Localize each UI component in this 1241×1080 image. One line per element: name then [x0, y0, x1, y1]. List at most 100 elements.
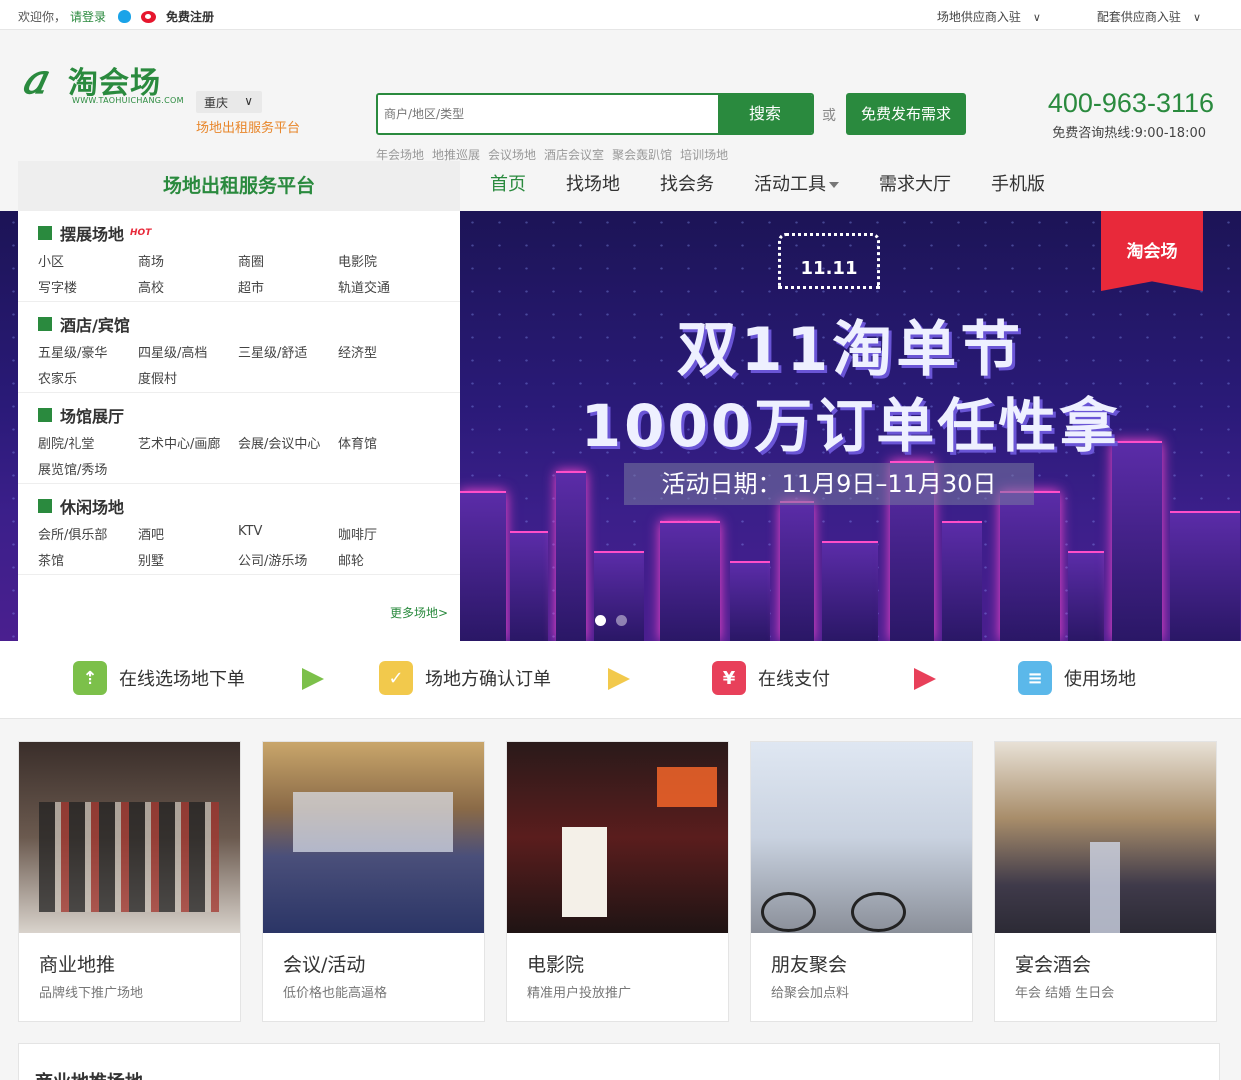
- category-link[interactable]: KTV: [238, 524, 338, 542]
- nav-item-mobile[interactable]: 手机版: [991, 170, 1045, 196]
- category-link[interactable]: 公司/游乐场: [238, 550, 338, 569]
- more-venues-link[interactable]: 更多场地>: [390, 604, 448, 621]
- category-heading[interactable]: 休闲场地: [38, 494, 460, 518]
- category-link[interactable]: 商场: [138, 251, 238, 270]
- category-link[interactable]: 邮轮: [338, 550, 438, 569]
- nav-item-find-venue[interactable]: 找场地: [566, 170, 620, 196]
- category-link[interactable]: 会所/俱乐部: [38, 524, 138, 543]
- qq-icon[interactable]: [118, 10, 132, 23]
- city-selector[interactable]: 重庆 ∨: [196, 91, 262, 113]
- hotel-icon: [38, 317, 52, 331]
- category-link[interactable]: 轨道交通: [338, 277, 438, 296]
- category-section: 摆展场地 HOT 小区 商场 商圈 电影院 写字楼 高校 超市 轨道交通: [18, 211, 460, 302]
- city-label: 重庆: [204, 96, 229, 110]
- nav-item-home[interactable]: 首页: [490, 170, 526, 196]
- arrow-right-icon: [914, 668, 936, 690]
- logo-mark-icon: 𝑎: [22, 56, 46, 103]
- category-link[interactable]: 三星级/舒适: [238, 342, 338, 361]
- or-text: 或: [822, 108, 836, 124]
- banner-headline: 双11淘单节: [676, 315, 1025, 385]
- weibo-icon[interactable]: [141, 10, 157, 23]
- category-link[interactable]: 写字楼: [38, 277, 138, 296]
- logo[interactable]: 𝑎 淘会场 WWW.TAOHUICHANG.COM: [22, 52, 187, 136]
- card-title: 朋友聚会: [771, 954, 848, 976]
- category-link[interactable]: 艺术中心/画廊: [138, 433, 238, 452]
- scene-card[interactable]: 电影院 精准用户投放推广: [506, 741, 729, 1022]
- nav-item-demand-hall[interactable]: 需求大厅: [879, 170, 951, 196]
- step-item: ≡ 使用场地: [1018, 661, 1136, 695]
- publish-demand-button[interactable]: 免费发布需求: [846, 93, 966, 135]
- category-heading[interactable]: 摆展场地 HOT: [38, 221, 460, 245]
- nav-menu: 首页 找场地 找会务 活动工具 需求大厅 手机版: [490, 170, 1085, 196]
- card-desc: 给聚会加点料: [771, 986, 850, 1001]
- top-bar-right: 场地供应商入驻 ∨ 配套供应商入驻 ∨: [937, 8, 1201, 25]
- scene-card[interactable]: 商业地推 品牌线下推广场地: [18, 741, 241, 1022]
- card-desc: 年会 结婚 生日会: [1015, 986, 1115, 1001]
- category-section: 休闲场地 会所/俱乐部 酒吧 KTV 咖啡厅 茶馆 别墅 公司/游乐场 邮轮: [18, 484, 460, 575]
- carousel-dot[interactable]: [616, 615, 627, 626]
- category-link[interactable]: 高校: [138, 277, 238, 296]
- hotline-hours: 免费咨询热线:9:00-18:00: [1052, 126, 1206, 141]
- step-item: ✓ 场地方确认订单: [379, 661, 551, 695]
- chevron-down-icon: ∨: [1032, 11, 1041, 24]
- section-title: 商业地推场地: [35, 1068, 143, 1080]
- category-heading[interactable]: 酒店/宾馆: [38, 312, 460, 336]
- bar-chart-icon: [38, 499, 52, 513]
- card-photo: [19, 742, 240, 933]
- category-link[interactable]: 电影院: [338, 251, 438, 270]
- scene-card[interactable]: 宴会酒会 年会 结婚 生日会: [994, 741, 1217, 1022]
- main-nav: 场地出租服务平台 首页 找场地 找会务 活动工具 需求大厅 手机版: [0, 155, 1241, 211]
- order-steps: ⇡ 在线选场地下单 ✓ 场地方确认订单 ¥ 在线支付 ≡ 使用场地: [0, 641, 1241, 719]
- arrow-right-icon: [608, 668, 630, 690]
- category-link[interactable]: 剧院/礼堂: [38, 433, 138, 452]
- service-supplier-link[interactable]: 配套供应商入驻 ∨: [1097, 8, 1201, 25]
- section-header: 商业地推场地: [18, 1043, 1220, 1080]
- banner-brand-tag: 淘会场: [1101, 211, 1203, 291]
- header: 𝑎 淘会场 WWW.TAOHUICHANG.COM 重庆 ∨ 场地出租服务平台 …: [0, 30, 1241, 162]
- category-link[interactable]: 别墅: [138, 550, 238, 569]
- category-link[interactable]: 农家乐: [38, 368, 138, 387]
- login-link[interactable]: 请登录: [70, 8, 106, 25]
- category-link[interactable]: 体育馆: [338, 433, 438, 452]
- category-link[interactable]: 四星级/高档: [138, 342, 238, 361]
- check-icon: ✓: [379, 661, 413, 695]
- category-link[interactable]: 度假村: [138, 368, 238, 387]
- category-link[interactable]: 会展/会议中心: [238, 433, 338, 452]
- category-heading[interactable]: 场馆展厅: [38, 403, 460, 427]
- slogan: 场地出租服务平台: [196, 121, 301, 136]
- scene-card[interactable]: 会议/活动 低价格也能高逼格: [262, 741, 485, 1022]
- card-photo: [507, 742, 728, 933]
- register-link[interactable]: 免费注册: [166, 8, 214, 25]
- top-bar: 欢迎你， 请登录 免费注册 场地供应商入驻 ∨ 配套供应商入驻 ∨: [0, 0, 1241, 30]
- category-link[interactable]: 酒吧: [138, 524, 238, 543]
- carousel-dots: [595, 615, 627, 626]
- card-desc: 品牌线下推广场地: [39, 986, 144, 1001]
- category-link[interactable]: 小区: [38, 251, 138, 270]
- category-link[interactable]: 商圈: [238, 251, 338, 270]
- category-link[interactable]: 经济型: [338, 342, 438, 361]
- venue-supplier-link[interactable]: 场地供应商入驻 ∨: [937, 8, 1041, 25]
- search-box: 搜索: [376, 93, 814, 135]
- step-item: ⇡ 在线选场地下单: [73, 661, 245, 695]
- category-link[interactable]: 展览馆/秀场: [38, 459, 138, 478]
- search-button[interactable]: 搜索: [718, 95, 812, 133]
- category-panel: 摆展场地 HOT 小区 商场 商圈 电影院 写字楼 高校 超市 轨道交通 酒店/宾…: [18, 211, 460, 641]
- chevron-down-icon: ∨: [244, 94, 253, 108]
- nav-item-tools[interactable]: 活动工具: [754, 170, 839, 196]
- layers-icon: ≡: [1018, 661, 1052, 695]
- logo-url: WWW.TAOHUICHANG.COM: [72, 96, 184, 105]
- card-photo: [995, 742, 1216, 933]
- grid-icon: [38, 226, 52, 240]
- nav-item-find-service[interactable]: 找会务: [660, 170, 714, 196]
- search-input[interactable]: [378, 95, 718, 133]
- category-link[interactable]: 超市: [238, 277, 338, 296]
- scene-card[interactable]: 朋友聚会 给聚会加点料: [750, 741, 973, 1022]
- category-link[interactable]: 五星级/豪华: [38, 342, 138, 361]
- category-link[interactable]: 咖啡厅: [338, 524, 438, 543]
- carousel-dot[interactable]: [595, 615, 606, 626]
- top-bar-left: 欢迎你， 请登录 免费注册: [18, 8, 214, 25]
- banner-subheadline: 1000万订单任性拿: [580, 392, 1121, 460]
- chevron-down-icon: ∨: [1192, 11, 1201, 24]
- category-link[interactable]: 茶馆: [38, 550, 138, 569]
- yuan-icon: ¥: [712, 661, 746, 695]
